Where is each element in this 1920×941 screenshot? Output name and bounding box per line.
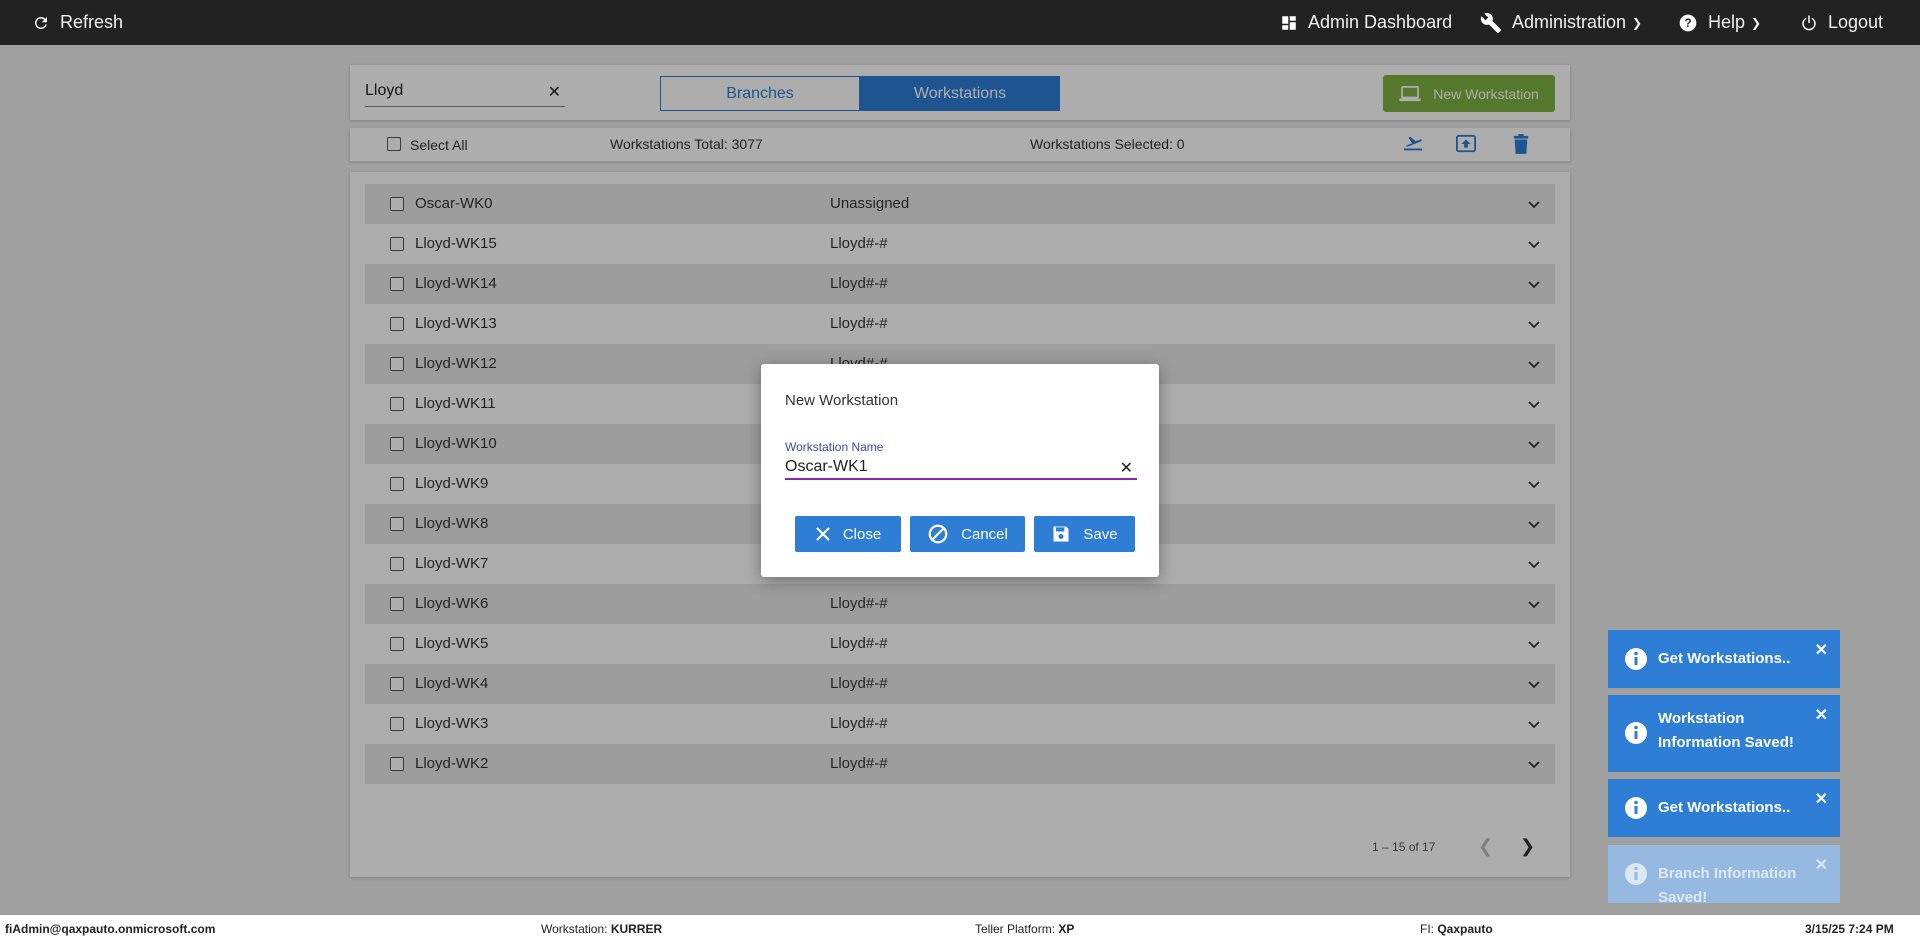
info-icon	[1624, 721, 1648, 749]
status-fi-label: FI:	[1420, 922, 1434, 936]
status-fi-value: Qaxpauto	[1437, 922, 1493, 936]
info-icon	[1624, 796, 1648, 824]
help-menu[interactable]: ? Help ❯	[1678, 0, 1761, 45]
status-platform-label: Teller Platform:	[975, 922, 1056, 936]
toast-notification: Get Workstations.. ✕	[1608, 779, 1840, 837]
administration-label: Administration	[1512, 12, 1627, 32]
info-icon	[1624, 647, 1648, 675]
status-datetime: 3/15/25 7:24 PM	[1805, 922, 1894, 936]
refresh-label: Refresh	[60, 12, 124, 32]
dashboard-icon	[1280, 14, 1298, 32]
close-icon[interactable]: ✕	[1815, 855, 1828, 875]
close-icon[interactable]: ✕	[1815, 789, 1828, 809]
new-workstation-dialog: New Workstation Workstation Name ✕ Close…	[761, 364, 1159, 577]
admin-dashboard-label: Admin Dashboard	[1308, 12, 1453, 32]
help-label: Help	[1708, 12, 1746, 32]
cancel-label: Cancel	[961, 525, 1008, 543]
logout-button[interactable]: Logout	[1800, 0, 1883, 45]
admin-dashboard-link[interactable]: Admin Dashboard	[1280, 0, 1452, 45]
chevron-down-icon: ❯	[1751, 15, 1762, 30]
status-bar: fiAdmin@qaxpauto.onmicrosoft.com Worksta…	[0, 915, 1920, 941]
dialog-title: New Workstation	[785, 392, 899, 409]
help-icon: ?	[1678, 13, 1698, 33]
close-icon	[816, 527, 830, 541]
cancel-button[interactable]: Cancel	[910, 516, 1025, 552]
close-icon[interactable]: ✕	[1815, 705, 1828, 725]
floppy-icon	[1053, 526, 1069, 542]
workstation-name-field-wrap: ✕	[785, 456, 1137, 480]
close-label: Close	[842, 525, 882, 543]
toast-notification: Get Workstations.. ✕	[1608, 630, 1840, 688]
workstation-name-field[interactable]	[785, 456, 1105, 478]
workstation-name-label: Workstation Name	[785, 440, 884, 454]
status-workstation: Workstation: KURRER	[541, 922, 662, 936]
status-workstation-value: KURRER	[610, 922, 663, 936]
info-icon	[1624, 862, 1648, 890]
toast-message: Get Workstations..	[1658, 650, 1791, 667]
toast-message: Branch Information Saved!	[1658, 865, 1797, 906]
close-button[interactable]: Close	[795, 516, 901, 552]
status-platform: Teller Platform: XP	[975, 922, 1074, 936]
toast-notification: Branch Information Saved! ✕	[1608, 845, 1840, 906]
close-icon[interactable]: ✕	[1815, 640, 1828, 660]
status-fi: FI: Qaxpauto	[1420, 922, 1493, 936]
refresh-button[interactable]: Refresh	[32, 0, 123, 45]
close-icon[interactable]: ✕	[1120, 458, 1133, 478]
chevron-down-icon: ❯	[1632, 15, 1643, 30]
save-label: Save	[1083, 525, 1118, 543]
status-platform-value: XP	[1058, 922, 1075, 936]
save-button[interactable]: Save	[1034, 516, 1135, 552]
toast-message: Get Workstations..	[1658, 799, 1791, 816]
status-workstation-label: Workstation:	[541, 922, 608, 936]
status-user: fiAdmin@qaxpauto.onmicrosoft.com	[5, 922, 216, 936]
toast-notification: Workstation Information Saved! ✕	[1608, 695, 1840, 772]
wrench-icon	[1480, 12, 1502, 34]
toast-message: Workstation Information Saved!	[1658, 710, 1794, 751]
svg-text:?: ?	[1684, 17, 1691, 30]
logout-label: Logout	[1828, 12, 1884, 32]
refresh-icon	[32, 14, 50, 32]
block-icon	[928, 524, 948, 544]
administration-menu[interactable]: Administration ❯	[1480, 0, 1642, 45]
power-icon	[1800, 14, 1818, 32]
top-navbar: Refresh Admin Dashboard Administration ❯…	[0, 0, 1920, 45]
